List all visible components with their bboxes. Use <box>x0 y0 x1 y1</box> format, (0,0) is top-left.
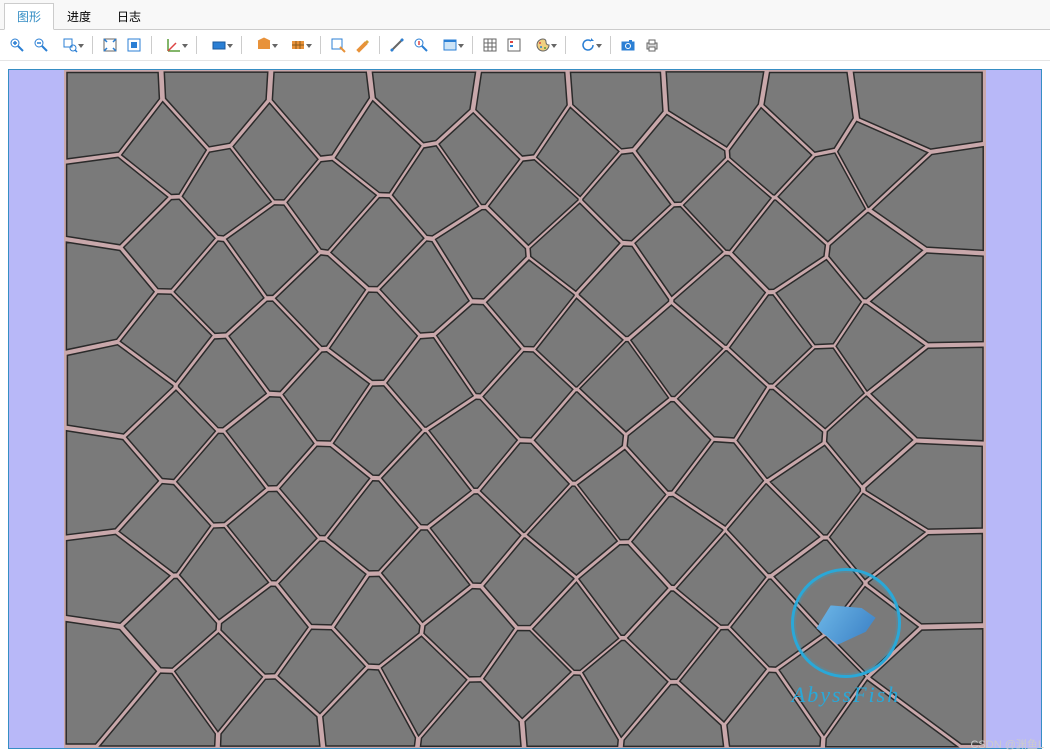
zoom-box-icon[interactable] <box>54 34 86 56</box>
refresh-icon[interactable] <box>572 34 604 56</box>
voronoi-diagram <box>64 70 986 748</box>
legend-icon[interactable] <box>503 34 525 56</box>
zoom-in-icon[interactable] <box>6 34 28 56</box>
render-icon[interactable] <box>248 34 280 56</box>
axes-icon[interactable] <box>158 34 190 56</box>
camera-icon[interactable] <box>617 34 639 56</box>
tab-2[interactable]: 日志 <box>104 3 154 30</box>
edit-icon[interactable] <box>351 34 373 56</box>
print-icon[interactable] <box>641 34 663 56</box>
select-icon[interactable] <box>327 34 349 56</box>
window-icon[interactable] <box>434 34 466 56</box>
canvas-container: AbyssFish <box>0 61 1050 749</box>
palette-icon[interactable] <box>527 34 559 56</box>
tab-1[interactable]: 进度 <box>54 3 104 30</box>
toolbar <box>0 30 1050 61</box>
graphics-canvas[interactable]: AbyssFish <box>8 69 1042 749</box>
zoom-out-icon[interactable] <box>30 34 52 56</box>
tab-0[interactable]: 图形 <box>4 3 54 30</box>
mesh-icon[interactable] <box>282 34 314 56</box>
grid-icon[interactable] <box>479 34 501 56</box>
zoom-extents-icon[interactable] <box>99 34 121 56</box>
surface-icon[interactable] <box>203 34 235 56</box>
zoom-selection-icon[interactable] <box>123 34 145 56</box>
probe-icon[interactable] <box>410 34 432 56</box>
footer-attribution: CSDN @渊鱼L <box>970 736 1044 752</box>
measure-icon[interactable] <box>386 34 408 56</box>
tab-bar: 图形进度日志 <box>0 0 1050 30</box>
